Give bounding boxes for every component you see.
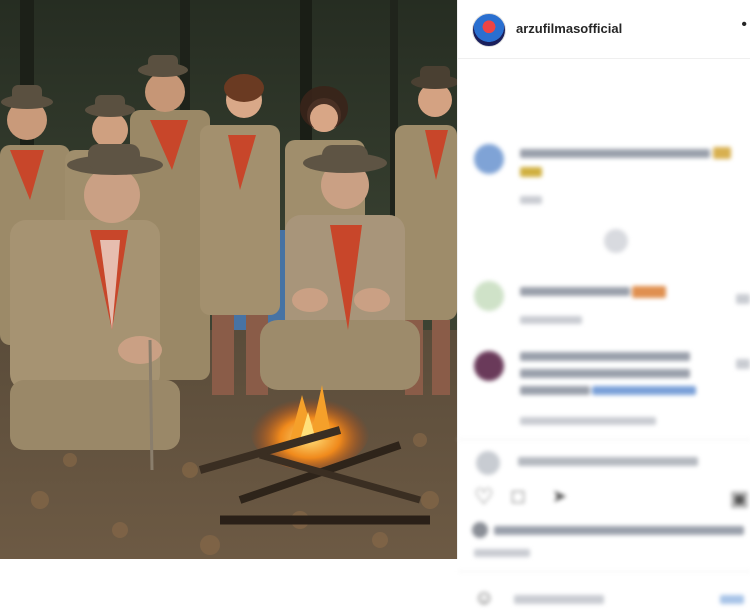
comment-emoji [713, 147, 731, 159]
comment-link [592, 386, 696, 395]
profile-avatar[interactable] [472, 13, 506, 47]
timestamp [474, 549, 530, 557]
comment-line [520, 167, 542, 177]
comment-like-icon [736, 359, 750, 369]
post-photo[interactable] [0, 0, 457, 559]
post-header: arzufilmasofficial • [458, 0, 750, 59]
like-icon[interactable]: ♡ [474, 484, 494, 510]
username-link[interactable]: arzufilmasofficial [516, 21, 622, 36]
emoji-icon[interactable]: ☺ [474, 587, 494, 610]
comment-line [520, 149, 710, 158]
save-icon[interactable]: ▣ [730, 486, 749, 511]
scouts-campfire-image [0, 0, 457, 559]
comment-line [520, 287, 630, 296]
divider [458, 439, 750, 440]
comment-like-icon [736, 294, 750, 304]
likes-line [494, 526, 744, 535]
action-avatar [476, 451, 500, 475]
post-button[interactable] [720, 595, 744, 604]
comment-meta [520, 417, 656, 425]
comment-line [520, 369, 690, 378]
comment-line [520, 352, 690, 361]
comment-meta [520, 316, 582, 324]
comments-panel: arzufilmasofficial • ♡ □ ➤ ▣ ☺ [457, 0, 750, 609]
share-icon[interactable]: ➤ [552, 486, 567, 507]
comment-emoji [632, 286, 666, 298]
comment-input[interactable] [514, 595, 604, 604]
comment-meta [520, 196, 542, 204]
comment-avatar [474, 144, 504, 174]
more-options-icon[interactable]: • [741, 16, 747, 34]
comment-icon[interactable]: □ [512, 486, 524, 509]
comment-avatar [474, 281, 504, 311]
liker-avatar [472, 522, 488, 538]
comment-line [520, 386, 590, 395]
comment-avatar [474, 351, 504, 381]
action-line [518, 457, 698, 466]
divider [458, 571, 750, 572]
comment-loader [604, 229, 628, 253]
